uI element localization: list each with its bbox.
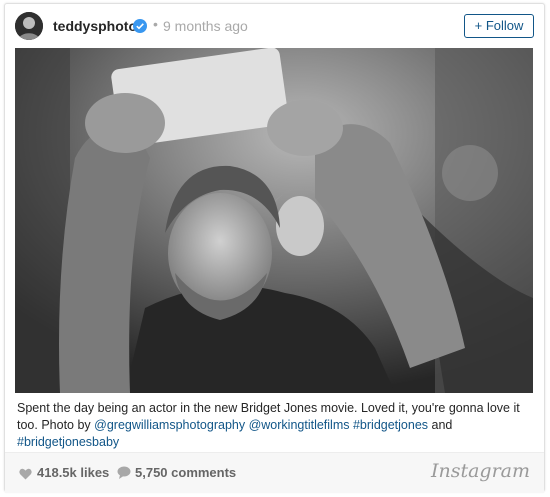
post-time[interactable]: 9 months ago (163, 18, 248, 34)
likes-count[interactable]: 418.5k likes (37, 465, 109, 480)
avatar[interactable] (15, 12, 43, 40)
username[interactable]: teddysphotos (53, 18, 145, 34)
separator-dot: • (153, 16, 158, 32)
instagram-embed-card: teddysphotos • 9 months ago + Follow Spe… (4, 3, 545, 493)
post-caption: Spent the day being an actor in the new … (17, 400, 531, 451)
heart-icon (19, 467, 32, 480)
follow-button[interactable]: + Follow (464, 14, 534, 38)
hashtag-bridgetjonesbaby[interactable]: #bridgetjonesbaby (17, 435, 119, 449)
verified-badge-icon (133, 19, 147, 33)
instagram-logo[interactable]: Instagram (431, 460, 530, 482)
post-photo[interactable] (15, 48, 533, 393)
post-footer: 418.5k likes 5,750 comments Instagram (5, 452, 544, 493)
caption-and: and (431, 418, 453, 432)
comments-count[interactable]: 5,750 comments (135, 465, 236, 480)
mention-workingtitlefilms[interactable]: @workingtitlefilms (249, 418, 350, 432)
post-header: teddysphotos • 9 months ago + Follow (5, 4, 544, 49)
speech-bubble-icon (117, 466, 131, 479)
mention-gregwilliamsphotography[interactable]: @gregwilliamsphotography (94, 418, 245, 432)
hashtag-bridgetjones[interactable]: #bridgetjones (353, 418, 428, 432)
